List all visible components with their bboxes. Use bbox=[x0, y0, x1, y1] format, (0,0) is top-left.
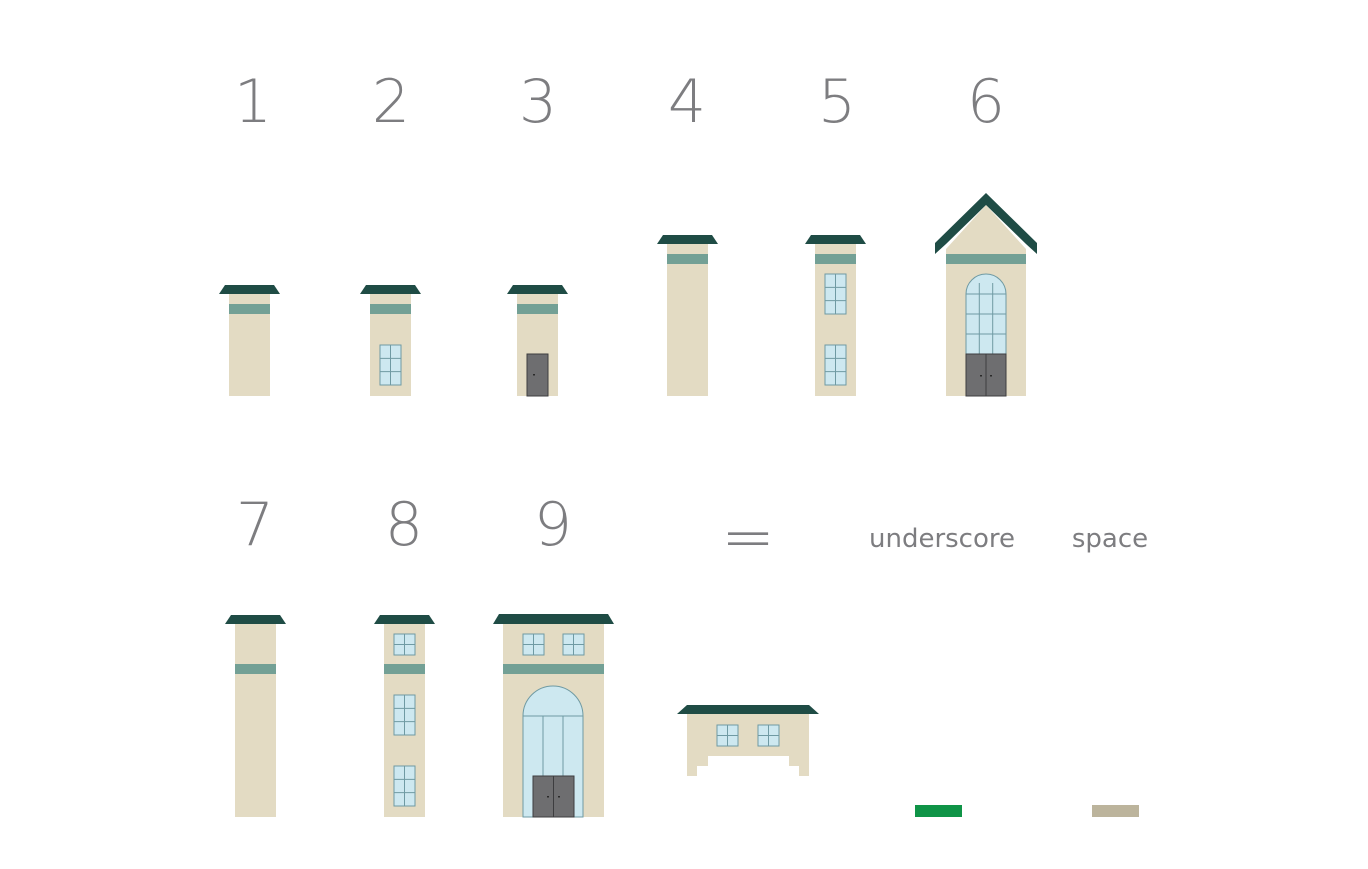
gabled-tower-icon bbox=[935, 193, 1037, 397]
glyph-sheet: 1 2 3 4 5 6 7 8 9 = underscore space bbox=[0, 0, 1368, 869]
window-icon bbox=[562, 633, 585, 656]
window-icon bbox=[757, 724, 780, 747]
tallest-plain-tower-icon bbox=[225, 615, 286, 817]
window-icon bbox=[522, 633, 545, 656]
tower-with-window-icon bbox=[360, 285, 421, 396]
tallest-tower-three-windows-icon bbox=[374, 615, 435, 817]
plain-tower-icon bbox=[219, 285, 280, 396]
tall-plain-tower-icon bbox=[657, 235, 718, 396]
window-icon bbox=[393, 633, 416, 656]
green-bar-icon bbox=[915, 805, 962, 817]
window-icon bbox=[393, 694, 416, 736]
window-icon bbox=[824, 344, 847, 386]
beige-bar-icon bbox=[1092, 805, 1139, 817]
tower-with-door-icon bbox=[507, 285, 568, 397]
window-icon bbox=[379, 344, 402, 386]
low-pavilion-icon bbox=[677, 705, 819, 776]
building-glyphs bbox=[219, 193, 1139, 818]
wide-tower-arched-entrance-icon bbox=[493, 614, 614, 818]
window-icon bbox=[716, 724, 739, 747]
tall-tower-two-windows-icon bbox=[805, 235, 866, 396]
window-icon bbox=[393, 765, 416, 807]
window-icon bbox=[824, 273, 847, 315]
